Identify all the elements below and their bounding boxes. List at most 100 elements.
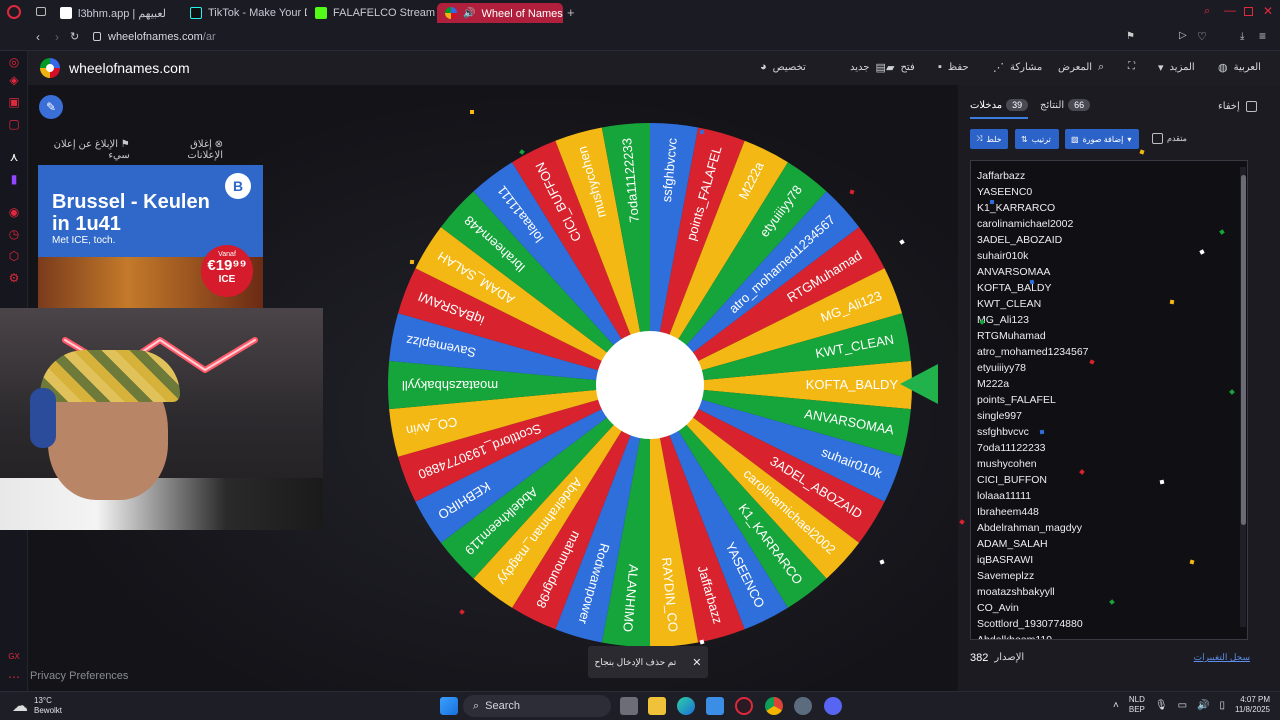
wheel[interactable]: KOFTA_BALDYANVARSOMAAsuhair010k3ADEL_ABO… <box>384 119 916 651</box>
search-tabs-icon[interactable]: ⌕ <box>1204 5 1210 18</box>
edit-pencil-button[interactable]: ✎ <box>39 95 63 119</box>
windows-start-icon[interactable] <box>440 697 458 715</box>
add-image-button[interactable]: ▨ إضافة صورة ▾ <box>1065 129 1139 149</box>
back-icon[interactable]: ‹ <box>36 30 40 44</box>
streamer-shirt <box>0 478 323 530</box>
wheel-logo-icon[interactable] <box>40 58 60 78</box>
site-name[interactable]: wheelofnames.com <box>69 60 190 76</box>
wheel-hub[interactable] <box>596 331 704 439</box>
task-view-icon[interactable] <box>620 697 638 715</box>
bookmark-icon[interactable]: ⚑ <box>1126 31 1135 42</box>
open-button[interactable]: ▰ فتح <box>886 61 915 74</box>
volume-icon[interactable]: 🔊 <box>1197 700 1209 711</box>
sort-button[interactable]: ⇅ ترتيب <box>1015 129 1059 149</box>
tiktok-icon <box>190 7 202 19</box>
speaker-icon[interactable]: 🔊 <box>463 8 475 19</box>
new-tab-button[interactable]: + <box>567 5 575 20</box>
language-indicator[interactable]: NLD BEP <box>1129 695 1145 715</box>
weather-widget[interactable]: ☁ 13°C Bewolkt <box>12 696 62 716</box>
new-button[interactable]: جديد ▤ <box>850 61 886 74</box>
tab-manager-icon[interactable] <box>36 7 46 16</box>
customize-button[interactable]: ◕ تخصيص <box>760 61 806 73</box>
ai-icon[interactable]: ◎ <box>7 55 21 69</box>
gx-icon[interactable]: GX <box>7 650 21 664</box>
tab-l3bhm[interactable]: l3bhm.app | لعبيهم <box>52 3 182 23</box>
toast-close-icon[interactable]: ✕ <box>692 656 701 669</box>
edge-icon[interactable] <box>677 697 695 715</box>
messenger-icon[interactable]: ▣ <box>7 95 21 109</box>
entries-scrollbar-thumb[interactable] <box>1241 175 1246 525</box>
entries-textarea[interactable]: Jaffarbazz YASEENC0 K1_KARRARCO carolinamic… <box>970 160 1248 640</box>
network-icon[interactable]: ▭ <box>1178 700 1187 711</box>
changelog-link[interactable]: سجل التغييرات <box>1194 652 1250 663</box>
advanced-checkbox[interactable] <box>1152 133 1163 144</box>
shuffle-button[interactable]: ⤨ خلط <box>970 129 1008 149</box>
maximize-icon[interactable] <box>1244 7 1253 16</box>
entries-toolbar: ⤨ خلط ⇅ ترتيب ▨ إضافة صورة ▾ متقدم <box>970 129 1270 151</box>
extensions-icon[interactable]: ⬡ <box>7 249 21 263</box>
privacy-preferences-link[interactable]: Privacy Preferences <box>30 670 128 682</box>
fullscreen-icon[interactable]: ⛶ <box>1128 61 1135 72</box>
more-sidebar-icon[interactable]: ⋯ <box>7 670 21 684</box>
gallery-icon: ⌕ <box>1098 61 1105 73</box>
hide-checkbox[interactable] <box>1245 101 1257 112</box>
url-field[interactable]: wheelofnames.com/ar <box>108 31 216 43</box>
windows-taskbar: ☁ 13°C Bewolkt ⌕ Search ˄ NLD BEP 🎙 ▭ 🔊 ▯ … <box>0 691 1280 720</box>
tab-results[interactable]: النتائج 66 <box>1040 99 1091 111</box>
tab-wheel-of-names[interactable]: 🔊 Wheel of Names | الي <box>437 3 563 23</box>
close-ads-link[interactable]: ⊗ إغلاق الإعلانات <box>158 139 223 161</box>
entry-item: points_FALAFEL <box>977 394 1056 406</box>
kick-side-icon[interactable]: ⋏ <box>7 150 21 164</box>
menu-icon[interactable]: ≡ <box>1259 29 1266 43</box>
entry-item: etyuiiiyy78 <box>977 362 1027 374</box>
battery-icon[interactable]: ▯ <box>1219 700 1225 711</box>
hide-toggle[interactable]: إخفاء <box>1218 101 1257 112</box>
confetti-piece <box>1159 479 1165 485</box>
confetti-piece <box>989 199 995 205</box>
twitch-icon[interactable]: ▮ <box>7 172 21 186</box>
settings-icon[interactable]: ⚙ <box>7 271 21 285</box>
clock[interactable]: 4:07 PM 11/8/2025 <box>1235 695 1270 715</box>
tab-label: TikTok - Make Your Day <box>208 7 307 19</box>
steam-icon[interactable] <box>794 697 812 715</box>
sncb-logo: B <box>225 173 251 199</box>
entry-item: lolaaa11111 <box>977 490 1032 502</box>
heart-icon[interactable]: ♡ <box>1197 30 1207 43</box>
tab-tiktok[interactable]: TikTok - Make Your Day <box>182 3 307 23</box>
send-icon[interactable]: ▷ <box>1179 30 1187 41</box>
gallery-button[interactable]: المعرض ⌕ <box>1058 61 1104 74</box>
taskbar-search[interactable]: ⌕ Search <box>463 695 611 717</box>
wallet-icon[interactable]: ◈ <box>7 73 21 87</box>
more-menu[interactable]: ▾ المزيد <box>1158 61 1195 74</box>
tab-kick-stream[interactable]: FALAFELCO Stream - Wa <box>307 3 435 23</box>
download-icon[interactable]: ⤓ <box>1240 31 1244 42</box>
share-button[interactable]: ⋰ مشاركة <box>993 61 1042 74</box>
language-menu[interactable]: ◍ العربية <box>1218 61 1261 74</box>
player-icon[interactable]: ◉ <box>7 205 21 219</box>
chevron-up-icon[interactable]: ˄ <box>1113 700 1119 711</box>
forward-icon[interactable]: › <box>55 30 59 44</box>
advertisement[interactable]: B Brussel - Keulen in 1u41 Met ICE, toch… <box>38 165 263 310</box>
tab-entries[interactable]: مدخلات 39 <box>970 99 1029 119</box>
wheel-segment-label: KOFTA_BALDY <box>806 377 899 392</box>
opera-gx-icon[interactable] <box>735 697 753 715</box>
minimize-icon[interactable]: — <box>1224 3 1236 17</box>
mic-icon[interactable]: 🎙 <box>1155 700 1168 711</box>
palette-icon: ◕ <box>760 61 767 73</box>
discord-icon[interactable] <box>824 697 842 715</box>
entry-item: MG_Ali123 <box>977 314 1029 326</box>
store-icon[interactable] <box>706 697 724 715</box>
save-button[interactable]: ▪ حفظ <box>938 61 969 73</box>
opera-menu-icon[interactable] <box>7 5 21 19</box>
reload-icon[interactable]: ↻ <box>70 30 79 43</box>
history-icon[interactable]: ◷ <box>7 227 21 241</box>
report-ad-link[interactable]: ⚑ الإبلاغ عن إعلان سيء <box>38 139 130 161</box>
clock-date: 11/8/2025 <box>1235 705 1270 714</box>
file-explorer-icon[interactable] <box>648 697 666 715</box>
advanced-toggle[interactable]: متقدم <box>1152 133 1187 144</box>
toast-text: تم حذف الإدخال بنجاح <box>594 656 677 667</box>
instagram-icon[interactable]: ▢ <box>7 117 21 131</box>
close-window-icon[interactable]: ✕ <box>1263 4 1273 18</box>
add-image-label: إضافة صورة <box>1082 134 1124 144</box>
chrome-icon[interactable] <box>765 697 783 715</box>
